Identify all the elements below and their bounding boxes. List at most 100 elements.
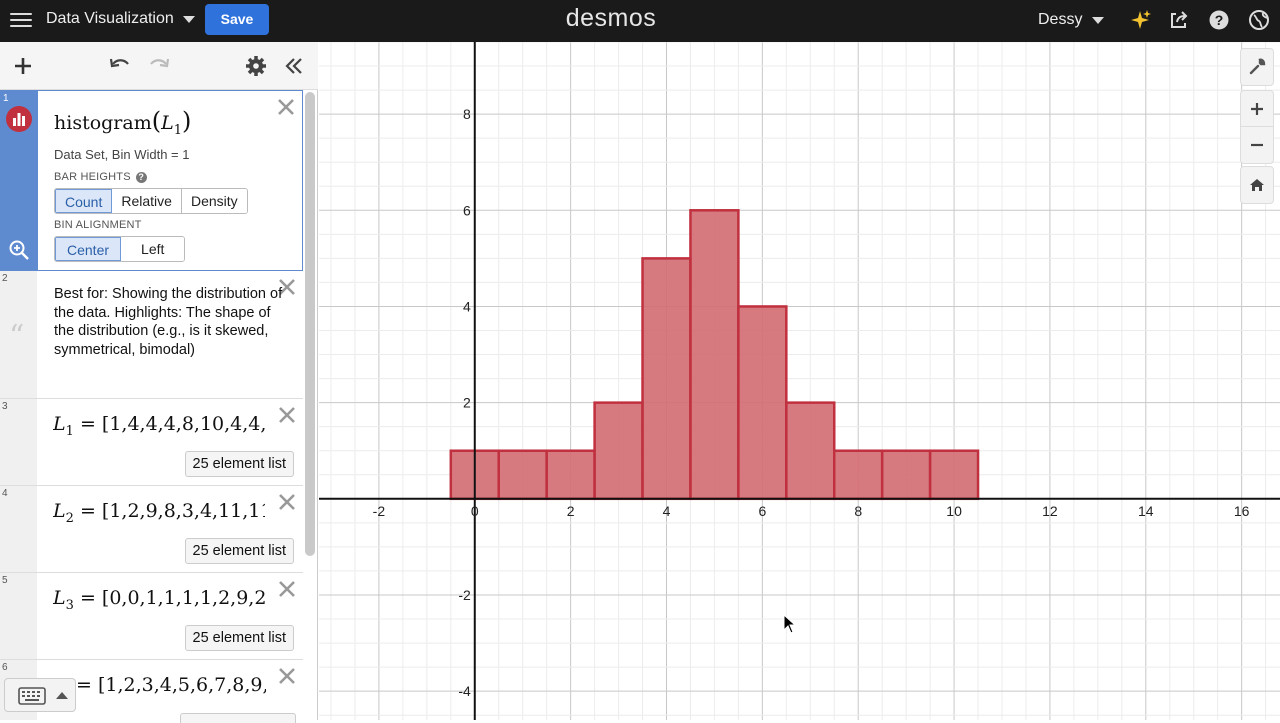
histogram-bar	[832, 449, 884, 501]
wrench-icon	[1249, 58, 1266, 75]
y-tick-label: 2	[463, 395, 471, 411]
list-variable: L	[53, 587, 66, 609]
mouse-cursor-icon	[783, 614, 797, 634]
expression-item-note[interactable]: 2 “ Best for: Showing the distribution o…	[0, 271, 303, 399]
x-tick-label: 16	[1234, 503, 1250, 519]
element-list-button[interactable]: 25 element list	[184, 625, 294, 651]
histogram-chart[interactable]: -2 0 2 4 6 8 10 12 14 16 -4 -2 2 4 6 8	[319, 42, 1280, 720]
note-text[interactable]: Best for: Showing the distribution of th…	[54, 285, 284, 359]
minus-icon	[1251, 143, 1263, 147]
bin-alignment-toggle: Center Left	[54, 236, 186, 262]
zoom-in-button[interactable]	[1241, 91, 1273, 127]
close-icon[interactable]	[277, 666, 297, 686]
bar-heights-density[interactable]: Density	[181, 189, 247, 213]
default-viewport-button[interactable]	[1240, 166, 1274, 204]
list-values: = [1,4,4,4,8,10,4,4,7,2	[79, 413, 265, 435]
list-formula[interactable]: L3 = [0,0,1,1,1,1,2,9,2,8,3	[53, 587, 265, 613]
bin-alignment-left[interactable]: Left	[121, 237, 185, 261]
formula-argument-subscript: 1	[173, 122, 183, 138]
x-tick-label: 6	[758, 503, 766, 519]
help-icon[interactable]: ?	[135, 171, 147, 183]
caret-up-icon	[56, 692, 68, 699]
list-formula[interactable]: L1 = [1,4,4,4,8,10,4,4,7,2	[53, 413, 265, 439]
bin-alignment-label: BIN ALIGNMENT	[54, 219, 142, 231]
y-tick-label: 8	[463, 106, 471, 122]
top-bar: Data Visualization Save desmos Dessy ?	[0, 0, 1280, 42]
histogram-bar	[928, 449, 980, 501]
list-values: = [1,2,9,8,3,4,11,11,5,	[79, 500, 265, 522]
svg-text:?: ?	[1215, 12, 1224, 28]
zoom-controls	[1240, 90, 1274, 164]
expression-number: 3	[2, 401, 8, 412]
home-icon	[1250, 179, 1264, 191]
expression-number: 4	[2, 488, 8, 499]
share-icon[interactable]	[1168, 9, 1190, 31]
expression-item-l1[interactable]: 3 L1 = [1,4,4,4,8,10,4,4,7,2 25 element …	[0, 399, 303, 486]
element-list-button[interactable]: 25 element list	[184, 451, 294, 477]
add-icon[interactable]	[11, 54, 35, 78]
sidebar-scrollbar[interactable]	[305, 92, 315, 556]
bar-heights-relative[interactable]: Relative	[112, 189, 182, 213]
x-tick-label: 8	[854, 503, 862, 519]
histogram-bar	[737, 305, 788, 501]
y-tick-label: 4	[463, 298, 471, 314]
histogram-bar	[785, 401, 836, 501]
element-list-button[interactable]	[180, 713, 296, 723]
redo-icon[interactable]	[147, 54, 171, 78]
close-icon[interactable]	[276, 97, 296, 117]
gear-icon[interactable]	[244, 54, 268, 78]
close-icon[interactable]	[277, 579, 297, 599]
keyboard-toggle[interactable]	[4, 678, 76, 712]
histogram-bar	[689, 209, 740, 501]
formula-argument: L	[161, 112, 174, 134]
bar-heights-count[interactable]: Count	[55, 189, 113, 213]
list-variable-subscript: 2	[65, 510, 74, 526]
list-values[interactable]: = [1,2,3,4,5,6,7,8,9,10	[76, 674, 266, 696]
element-list-button[interactable]: 25 element list	[184, 538, 294, 564]
histogram-formula[interactable]: histogram(L1)	[54, 107, 191, 138]
expression-number: 6	[2, 662, 8, 673]
bar-heights-heading: BAR HEIGHTS ?	[54, 171, 147, 183]
help-icon[interactable]: ?	[1208, 9, 1230, 31]
expression-number: 1	[3, 93, 9, 104]
close-icon[interactable]	[277, 492, 297, 512]
expression-item-histogram[interactable]: 1 histogram(L1) Data Set, Bin Width = 1 …	[0, 90, 303, 271]
x-tick-label: 4	[663, 503, 671, 519]
y-tick-label: -4	[458, 683, 471, 699]
collapse-panel-icon[interactable]	[282, 54, 306, 78]
bar-heights-toggle: Count Relative Density	[54, 188, 248, 214]
zoom-fit-icon[interactable]	[8, 239, 30, 261]
user-menu[interactable]: Dessy	[1038, 11, 1082, 29]
x-tick-label: -2	[373, 503, 386, 519]
x-tick-label: 12	[1042, 503, 1058, 519]
list-values: = [0,0,1,1,1,1,2,9,2,8,3	[79, 587, 265, 609]
histogram-bar	[497, 449, 548, 501]
expression-item-l2[interactable]: 4 L2 = [1,2,9,8,3,4,11,11,5, 25 element …	[0, 486, 303, 573]
expression-item-l3[interactable]: 5 L3 = [0,0,1,1,1,1,2,9,2,8,3 25 element…	[0, 573, 303, 660]
x-tick-label: 0	[471, 503, 479, 519]
graph-paper[interactable]: -2 0 2 4 6 8 10 12 14 16 -4 -2 2 4 6 8	[319, 42, 1280, 720]
graph-settings-button[interactable]	[1240, 48, 1274, 86]
list-variable-subscript: 3	[65, 597, 74, 613]
globe-icon[interactable]	[1248, 9, 1270, 31]
undo-icon[interactable]	[108, 54, 132, 78]
chevron-down-icon[interactable]	[1092, 17, 1104, 24]
histogram-icon[interactable]	[5, 105, 33, 133]
histogram-bar	[641, 257, 692, 501]
histogram-bar	[593, 401, 644, 501]
expression-toolbar	[0, 42, 318, 90]
bin-alignment-center[interactable]: Center	[55, 237, 122, 261]
expression-number: 5	[2, 575, 8, 586]
x-tick-label: 14	[1138, 503, 1154, 519]
histogram-bar	[880, 449, 932, 501]
x-tick-label: 2	[567, 503, 575, 519]
histogram-subtitle: Data Set, Bin Width = 1	[54, 147, 190, 162]
zoom-out-button[interactable]	[1241, 127, 1273, 163]
close-icon[interactable]	[277, 405, 297, 425]
list-variable: L	[53, 413, 66, 435]
expression-list: 1 histogram(L1) Data Set, Bin Width = 1 …	[0, 42, 318, 723]
sparkle-icon[interactable]	[1130, 9, 1152, 31]
y-tick-label: -2	[458, 587, 471, 603]
list-variable-subscript: 1	[65, 423, 74, 439]
list-formula[interactable]: L2 = [1,2,9,8,3,4,11,11,5,	[53, 500, 265, 526]
